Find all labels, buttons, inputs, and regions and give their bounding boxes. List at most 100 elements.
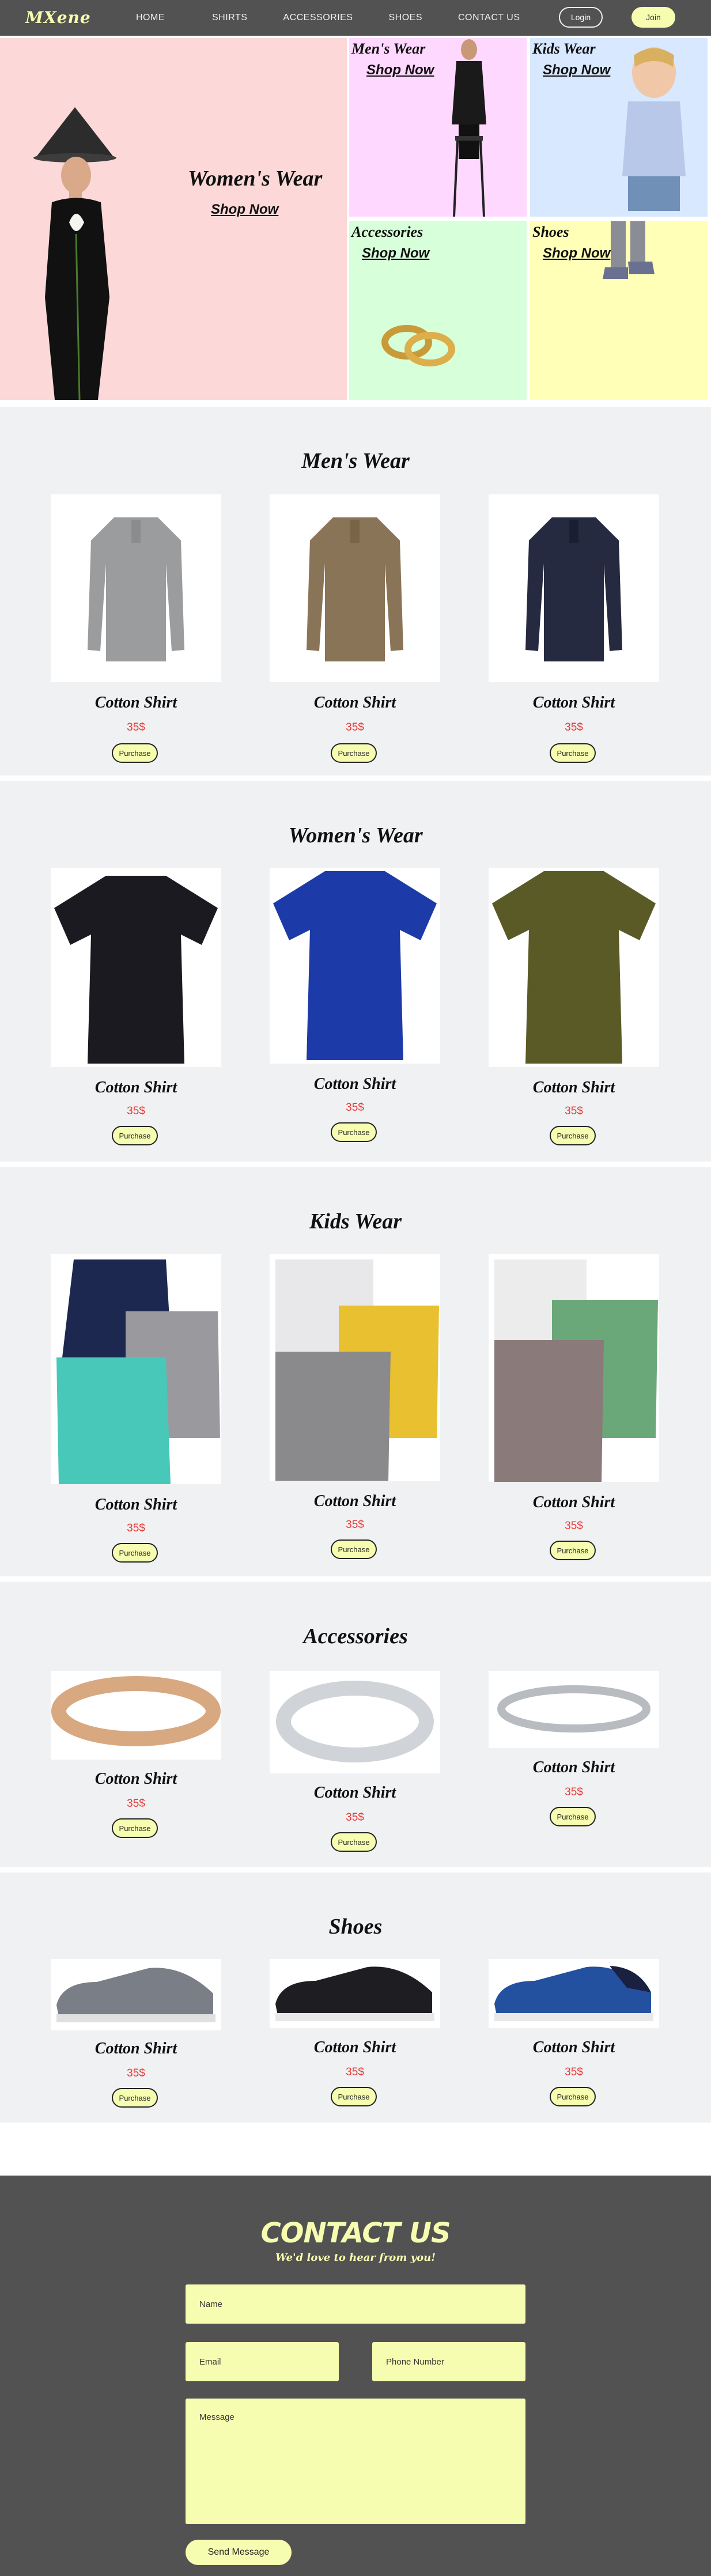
email-field[interactable]: [186, 2342, 339, 2381]
gray-sneaker-image: [56, 1968, 215, 2022]
product-price: 35$: [565, 1105, 583, 1117]
product-name: Cotton Shirt: [94, 1770, 177, 1788]
purchase-button[interactable]: Purchase: [550, 1126, 596, 1145]
product-image[interactable]: [489, 494, 659, 682]
section-title: Men's Wear: [301, 449, 410, 473]
product-image[interactable]: [51, 1671, 221, 1760]
product-price: 35$: [127, 1522, 145, 1534]
hero-womens-panel[interactable]: Women's Wear Shop Now: [0, 38, 347, 400]
section-kids-wear: Kids Wear Cotton Shirt 35$ Purchase Cott…: [0, 1167, 711, 1576]
purchase-button[interactable]: Purchase: [112, 1126, 158, 1145]
product-price: 35$: [565, 1786, 583, 1798]
section-mens-wear: Men's Wear Cotton Shirt 35$ Purchase Cot…: [0, 407, 711, 776]
purchase-button[interactable]: Purchase: [331, 1539, 377, 1559]
hero-mens-tile[interactable]: Men's Wear Shop Now: [349, 38, 527, 217]
blue-tshirt-image: [273, 871, 437, 1060]
product-name: Cotton Shirt: [313, 694, 396, 712]
purchase-button[interactable]: Purchase: [331, 1122, 377, 1142]
name-field[interactable]: [186, 2284, 525, 2324]
send-message-button[interactable]: Send Message: [186, 2540, 292, 2565]
hero-shoes-title: Shoes: [532, 224, 569, 240]
kids-shirts-set-1-image: [56, 1259, 220, 1484]
purchase-button[interactable]: Purchase: [112, 1818, 158, 1838]
nav-link-home[interactable]: HOME: [136, 13, 165, 23]
purchase-button[interactable]: Purchase: [550, 1541, 596, 1560]
hero-accessories-tile[interactable]: Accessories Shop Now: [349, 221, 527, 400]
product-name: Cotton Shirt: [532, 1079, 615, 1096]
brown-henley-shirt-image: [307, 517, 403, 661]
nav-links: HOME SHIRTS ACCESSORIES SHOES CONTACT US: [136, 0, 556, 36]
message-field[interactable]: [186, 2399, 525, 2524]
gray-henley-shirt-image: [88, 517, 184, 661]
section-womens-wear: Women's Wear Cotton Shirt 35$ Purchase C…: [0, 781, 711, 1162]
login-button[interactable]: Login: [559, 7, 603, 28]
black-sneaker-image: [275, 1966, 434, 2021]
kids-shirts-set-3-image: [494, 1259, 658, 1482]
purchase-button[interactable]: Purchase: [112, 1543, 158, 1563]
contact-subtitle: We'd love to hear from you!: [275, 2252, 436, 2264]
purchase-button[interactable]: Purchase: [331, 743, 377, 763]
olive-tshirt-image: [492, 871, 656, 1064]
product-image[interactable]: [51, 868, 221, 1067]
product-name: Cotton Shirt: [94, 1496, 177, 1514]
product-price: 35$: [346, 1102, 364, 1114]
logo[interactable]: MXene: [25, 8, 91, 27]
product-image[interactable]: [489, 868, 659, 1067]
section-accessories: Accessories Cotton Shirt 35$ Purchase Co…: [0, 1582, 711, 1867]
hero-shoes-shop-link[interactable]: Shop Now: [543, 245, 610, 262]
kids-shirts-set-2-image: [275, 1259, 439, 1481]
product-name: Cotton Shirt: [313, 1784, 396, 1802]
nav-link-shirts[interactable]: SHIRTS: [212, 13, 247, 23]
product-name: Cotton Shirt: [313, 1075, 396, 1093]
join-button[interactable]: Join: [631, 7, 675, 28]
hero-mens-shop-link[interactable]: Shop Now: [366, 62, 434, 78]
section-title: Kids Wear: [309, 1209, 402, 1234]
product-price: 35$: [346, 1811, 364, 1824]
purchase-button[interactable]: Purchase: [550, 743, 596, 763]
product-image[interactable]: [489, 1671, 659, 1748]
product-name: Cotton Shirt: [94, 1079, 177, 1096]
hero-accessories-title: Accessories: [351, 224, 423, 240]
product-name: Cotton Shirt: [532, 694, 615, 712]
product-name: Cotton Shirt: [94, 2040, 177, 2057]
navbar: MXene HOME SHIRTS ACCESSORIES SHOES CONT…: [0, 0, 711, 36]
product-image[interactable]: [51, 1959, 221, 2030]
product-image[interactable]: [51, 494, 221, 682]
hero-accessories-shop-link[interactable]: Shop Now: [362, 245, 429, 262]
product-image[interactable]: [270, 494, 440, 682]
product-image[interactable]: [489, 1959, 659, 2028]
purchase-button[interactable]: Purchase: [112, 2088, 158, 2108]
hero-kids-title: Kids Wear: [532, 40, 596, 57]
hero-kids-tile[interactable]: Kids Wear Shop Now: [530, 38, 708, 217]
purchase-button[interactable]: Purchase: [112, 743, 158, 763]
product-price: 35$: [127, 2067, 145, 2079]
contact-title: CONTACT US: [260, 2217, 451, 2249]
section-shoes: Shoes Cotton Shirt 35$ Purchase Cotton S…: [0, 1873, 711, 2123]
product-image[interactable]: [270, 868, 440, 1064]
product-image[interactable]: [489, 1254, 659, 1482]
purchase-button[interactable]: Purchase: [550, 1807, 596, 1826]
hero-kids-shop-link[interactable]: Shop Now: [543, 62, 610, 78]
hero-mens-title: Men's Wear: [351, 40, 426, 57]
silver-bracelet-image: [497, 1685, 651, 1733]
nav-link-accessories[interactable]: ACCESSORIES: [283, 13, 353, 23]
product-price: 35$: [565, 2066, 583, 2078]
product-image[interactable]: [270, 1671, 440, 1773]
hero: Women's Wear Shop Now Men's Wear Shop No…: [0, 36, 711, 404]
phone-field[interactable]: [372, 2342, 525, 2381]
section-title: Shoes: [328, 1915, 383, 1939]
purchase-button[interactable]: Purchase: [331, 1832, 377, 1852]
product-image[interactable]: [270, 1254, 440, 1481]
product-image[interactable]: [51, 1254, 221, 1484]
hero-shoes-tile[interactable]: Shoes Shop Now: [530, 221, 708, 400]
navy-henley-shirt-image: [525, 517, 622, 661]
nav-link-contact[interactable]: CONTACT US: [458, 13, 520, 23]
hero-womens-shop-link[interactable]: Shop Now: [211, 202, 278, 218]
product-image[interactable]: [270, 1959, 440, 2028]
nav-link-shoes[interactable]: SHOES: [388, 13, 422, 23]
product-name: Cotton Shirt: [532, 1758, 615, 1776]
product-price: 35$: [127, 1105, 145, 1117]
purchase-button[interactable]: Purchase: [331, 2087, 377, 2106]
section-title: Women's Wear: [288, 823, 423, 848]
purchase-button[interactable]: Purchase: [550, 2087, 596, 2106]
